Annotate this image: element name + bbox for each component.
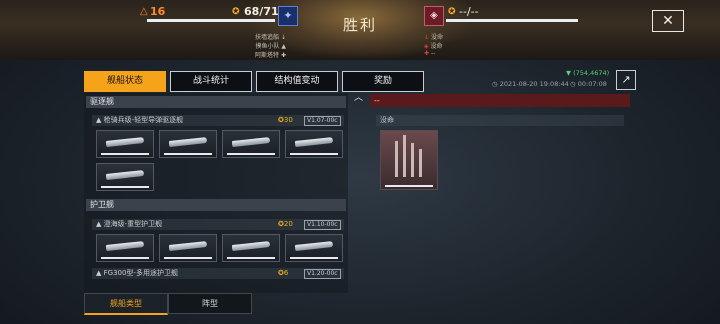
battle-duration: ◷ 00:07:08 [570, 80, 607, 88]
ship-card[interactable] [285, 130, 343, 158]
battle-datetime: ◷ 2021-08-20 19:08:44 [492, 80, 569, 88]
version-badge: V1.07-00c [304, 116, 341, 126]
ship-type-icon: ▲ [96, 116, 102, 124]
ship-type-icon: ▲ [96, 269, 102, 277]
enemy-faction-icon: ◈ [424, 6, 444, 26]
share-button[interactable]: ↗ [616, 70, 636, 90]
collapse-icon[interactable]: ︿ [354, 90, 363, 103]
tab-battle-stats[interactable]: 战斗统计 [170, 71, 252, 92]
close-icon: ✕ [662, 13, 674, 29]
player-level: 16 [150, 5, 166, 18]
enemy-fleet-header: -- [370, 94, 630, 107]
ship-card[interactable] [96, 130, 154, 158]
enemy-stat-3: ✚ -- [424, 50, 436, 57]
version-badge: V1.10-00c [304, 220, 341, 230]
enemy-hp-bar [446, 19, 578, 22]
tab-ship-type[interactable]: 舰船类型 [84, 293, 168, 315]
player-hp-bar [147, 19, 275, 22]
cost-value: ✪6 [278, 269, 289, 277]
ship-class-row[interactable]: ▲ FG300型-多用途护卫舰 ✪6 V1.20-00c [92, 268, 344, 279]
section-destroyer: 驱逐舰 [86, 96, 346, 108]
tab-structure-change[interactable]: 结构值变动 [256, 71, 338, 92]
version-badge: V1.20-00c [304, 269, 341, 279]
ship-card[interactable] [222, 234, 280, 262]
ship-card[interactable] [222, 130, 280, 158]
player-faction-icon: ✦ [278, 6, 298, 26]
ship-card[interactable] [285, 234, 343, 262]
tab-rewards[interactable]: 奖励 [342, 71, 424, 92]
enemy-cost-icon: ✪ [448, 7, 456, 17]
fleet-cost-icon: ✪ [232, 7, 240, 17]
close-button[interactable]: ✕ [652, 10, 684, 32]
enemy-hp: --/-- [459, 5, 479, 18]
enemy-stat-1: ↓ 没命 [424, 34, 443, 41]
ship-card[interactable] [159, 130, 217, 158]
location-coords: ▼ (754,4674) [566, 69, 610, 77]
enemy-ship-card[interactable] [380, 130, 438, 190]
ship-type-icon: ▲ [96, 220, 102, 228]
tab-formation[interactable]: 阵型 [168, 293, 252, 314]
result-title: 胜利 [342, 16, 377, 34]
ship-card[interactable] [96, 234, 154, 262]
player-stat-2: 摸鱼小队 ▲ [255, 43, 286, 50]
cost-value: ✪20 [278, 220, 293, 228]
ship-class-row[interactable]: ▲ 澄海级-重型护卫舰 ✪20 V1.10-00c [92, 219, 344, 230]
ship-card[interactable] [159, 234, 217, 262]
tab-ship-status[interactable]: 舰船状态 [84, 71, 166, 92]
enemy-stat-2: ◈ 没命 [424, 43, 443, 50]
player-stat-1: 扶墙追船 ↓ [255, 34, 286, 41]
cost-value: ✪30 [278, 116, 293, 124]
section-frigate: 护卫舰 [86, 199, 346, 211]
sunk-label: 没命 [376, 115, 624, 126]
player-hp: 68/71 [244, 5, 279, 18]
external-link-icon: ↗ [621, 73, 631, 86]
player-stat-3: 阿斯塔特 ✚ [255, 52, 286, 59]
ship-card[interactable] [96, 163, 154, 191]
level-icon: △ [140, 6, 148, 17]
ship-class-row[interactable]: ▲ 枪骑兵级-轻型导弹驱逐舰 ✪30 V1.07-00c [92, 115, 344, 126]
